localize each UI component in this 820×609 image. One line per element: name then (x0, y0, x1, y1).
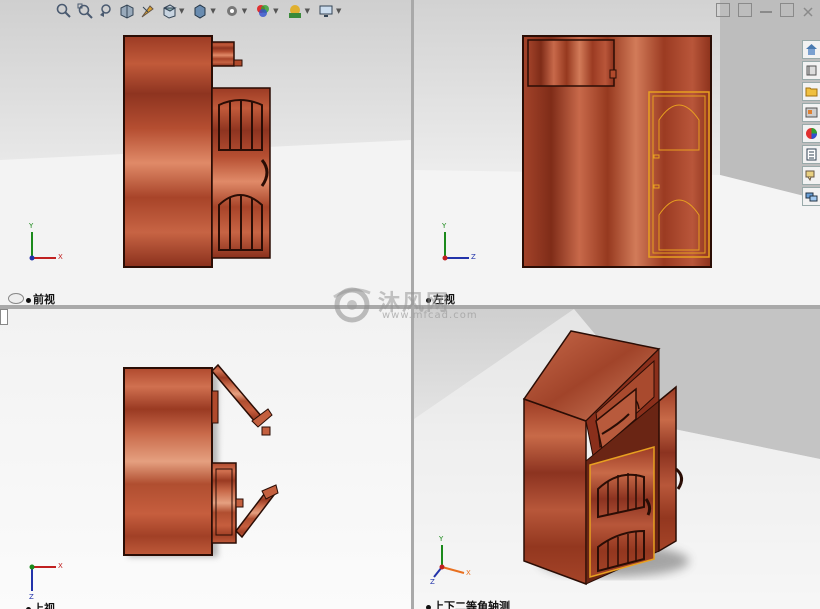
chevron-down-icon[interactable]: ▼ (305, 7, 310, 15)
task-icon[interactable] (802, 187, 820, 206)
design-library-icon[interactable] (802, 61, 820, 80)
axis-x-label: X (58, 562, 63, 570)
display-pane-eye-icon[interactable] (8, 293, 24, 304)
hide-show-icon[interactable] (223, 2, 241, 20)
window-controls (716, 3, 814, 17)
chevron-down-icon[interactable]: ▼ (210, 7, 215, 15)
zoom-area-icon[interactable] (76, 2, 94, 20)
view-settings-icon[interactable] (317, 2, 335, 20)
axis-y-label: Y (29, 222, 34, 230)
forum-icon[interactable] (802, 166, 820, 185)
viewport-top[interactable]: X Z 上视 (0, 309, 411, 609)
viewport-isometric[interactable]: Y X Z 上下二等角轴测 (414, 309, 820, 609)
section-view-icon[interactable] (118, 2, 136, 20)
viewport-front[interactable]: Y X 前视 (0, 0, 411, 305)
view-orientation-icon[interactable] (160, 2, 178, 20)
watermark: 沐风网 www.mfcad.com (330, 283, 500, 325)
feature-tree-flyout-handle[interactable] (0, 309, 8, 325)
appearances-icon[interactable] (802, 124, 820, 143)
axis-x-label: X (58, 253, 63, 261)
heads-up-view-toolbar: ▼ ▼ ▼ ▼ ▼ ▼ (55, 0, 345, 22)
edit-appearance-icon[interactable] (254, 2, 272, 20)
task-pane-tabs (802, 40, 820, 206)
axis-y-label: Y (439, 535, 444, 543)
custom-properties-icon[interactable] (802, 145, 820, 164)
restore-icon[interactable] (780, 3, 794, 17)
viewport-iso-label: 上下二等角轴测 (426, 598, 510, 609)
zoom-to-fit-icon[interactable] (55, 2, 73, 20)
axis-x-label: X (466, 569, 471, 577)
display-style-icon[interactable] (191, 2, 209, 20)
file-explorer-icon[interactable] (802, 82, 820, 101)
close-icon[interactable] (802, 3, 814, 17)
chevron-down-icon[interactable]: ▼ (336, 7, 341, 15)
watermark-url: www.mfcad.com (382, 310, 478, 321)
chevron-down-icon[interactable]: ▼ (179, 7, 184, 15)
chevron-down-icon[interactable]: ▼ (273, 7, 278, 15)
viewport-top-label: 上视 (26, 600, 55, 609)
axis-y-label: Y (442, 222, 447, 230)
axis-z-label: Z (430, 578, 435, 586)
tile-icon[interactable] (716, 3, 730, 17)
watermark-logo-icon (333, 287, 371, 323)
minimize-icon[interactable] (760, 3, 772, 13)
previous-view-icon[interactable] (97, 2, 115, 20)
apply-scene-icon[interactable] (286, 2, 304, 20)
viewport-left[interactable]: Y Z 左视 (414, 0, 820, 305)
split-icon[interactable] (738, 3, 752, 17)
viewport-front-label: 前视 (26, 291, 55, 305)
axis-z-label: Z (471, 253, 476, 261)
dynamic-annotation-icon[interactable] (139, 2, 157, 20)
view-palette-icon[interactable] (802, 103, 820, 122)
viewport-iso-background (414, 309, 820, 609)
home-icon[interactable] (802, 40, 820, 59)
chevron-down-icon[interactable]: ▼ (242, 7, 247, 15)
